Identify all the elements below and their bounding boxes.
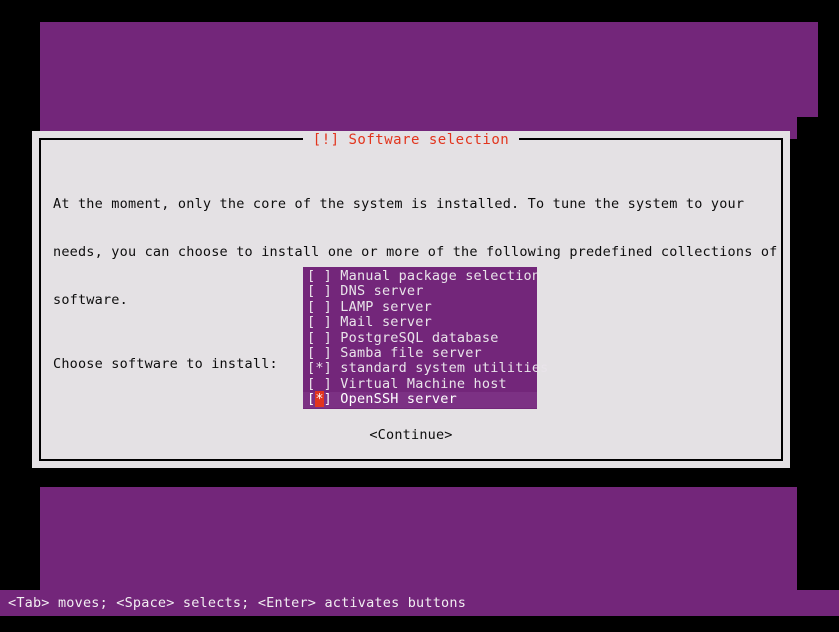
description-line-1: At the moment, only the core of the syst… — [53, 196, 745, 212]
description-line-2: needs, you can choose to install one or … — [53, 244, 778, 260]
list-item[interactable]: [ ] Virtual Machine host — [303, 375, 537, 392]
checkbox-mark — [315, 330, 323, 346]
checkbox-mark: * — [315, 360, 324, 377]
checkbox-mark: * — [315, 391, 324, 408]
list-item[interactable]: [ ] Mail server — [303, 315, 537, 330]
list-item[interactable]: [ ] Samba file server — [303, 345, 537, 362]
list-item-label: Manual package selection — [331, 268, 541, 284]
software-selection-dialog: [!] Software selection At the moment, on… — [32, 131, 790, 468]
list-item[interactable]: [ ] LAMP server — [303, 298, 537, 315]
list-item-label: Mail server — [331, 314, 432, 331]
list-item-label: Samba file server — [331, 345, 482, 362]
checkbox-icon[interactable]: [ ] — [307, 283, 332, 299]
checkbox-mark — [315, 268, 323, 284]
installer-screen: [!] Software selection At the moment, on… — [0, 0, 839, 632]
list-item-label: DNS server — [331, 283, 424, 300]
list-item-label: LAMP server — [331, 298, 432, 315]
checkbox-icon[interactable]: [ ] — [307, 314, 332, 330]
continue-button-row: <Continue> — [41, 424, 781, 443]
list-item[interactable]: [ ] Manual package selection — [303, 268, 541, 284]
list-item[interactable]: [ ] DNS server — [303, 284, 537, 299]
checkbox-icon[interactable]: [ ] — [307, 345, 332, 361]
checkbox-mark — [315, 376, 323, 392]
checkbox-mark — [315, 314, 323, 330]
checkbox-mark — [315, 345, 323, 361]
list-item-label: OpenSSH server — [331, 391, 457, 408]
checkbox-icon[interactable]: [ ] — [307, 299, 332, 315]
checkbox-mark — [315, 299, 323, 315]
list-item[interactable]: [ ] PostgreSQL database — [303, 329, 537, 346]
checkbox-icon[interactable]: [*] — [307, 360, 332, 376]
dialog-title: [!] Software selection — [302, 131, 520, 149]
checkbox-icon[interactable]: [ ] — [307, 330, 332, 346]
dialog-title-bar: [!] Software selection — [41, 129, 781, 149]
status-bar: <Tab> moves; <Space> selects; <Enter> ac… — [0, 590, 839, 616]
list-item-label: Virtual Machine host — [331, 375, 507, 392]
checkbox-icon[interactable]: [ ] — [307, 268, 332, 284]
list-item[interactable]: [*] standard system utilities — [303, 360, 548, 376]
software-list[interactable]: [ ] Manual package selection[ ] DNS serv… — [303, 267, 548, 409]
checkbox-mark — [315, 283, 323, 299]
desktop-background-upper — [40, 22, 818, 117]
list-item[interactable]: [*] OpenSSH server — [303, 391, 537, 408]
keyboard-hint-text: <Tab> moves; <Space> selects; <Enter> ac… — [8, 595, 467, 611]
checkbox-icon[interactable]: [ ] — [307, 376, 332, 392]
dialog-frame: [!] Software selection At the moment, on… — [39, 131, 783, 461]
checkbox-icon[interactable]: [*] — [307, 391, 332, 408]
list-item-label: PostgreSQL database — [331, 329, 499, 346]
continue-button[interactable]: <Continue> — [369, 427, 452, 443]
list-item-label: standard system utilities — [331, 360, 549, 377]
